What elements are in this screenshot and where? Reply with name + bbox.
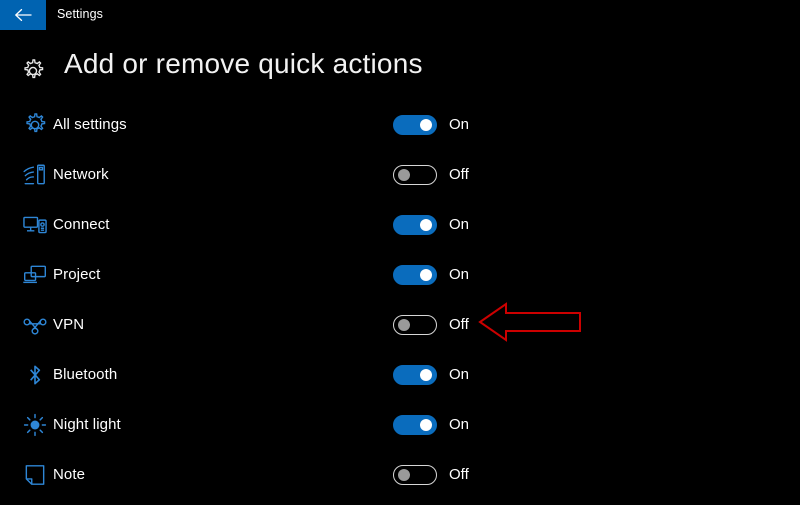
quick-action-label: Night light	[53, 416, 121, 433]
quick-action-label: Bluetooth	[53, 366, 118, 383]
quick-action-label: All settings	[53, 116, 127, 133]
note-icon	[22, 462, 48, 488]
vpn-icon	[22, 312, 48, 338]
quick-action-label: Network	[53, 166, 109, 183]
quick-action-label: Connect	[53, 216, 110, 233]
toggle-knob	[398, 169, 410, 181]
quick-action-row[interactable]: VPN Off	[0, 305, 800, 355]
quick-actions-list: All settings On Network Off Connect On P…	[0, 105, 800, 505]
bluetooth-icon	[22, 362, 48, 388]
toggle-knob	[420, 369, 432, 381]
quick-action-toggle[interactable]	[393, 115, 437, 135]
toggle-state-label: Off	[449, 316, 469, 333]
quick-action-toggle[interactable]	[393, 165, 437, 185]
quick-action-toggle[interactable]	[393, 465, 437, 485]
page-header: Add or remove quick actions	[0, 48, 800, 94]
toggle-state-label: On	[449, 116, 470, 133]
toggle-state-label: Off	[449, 166, 469, 183]
toggle-knob	[420, 219, 432, 231]
gear-icon	[20, 58, 46, 84]
quick-action-label: Note	[53, 466, 86, 483]
project-icon	[22, 262, 48, 288]
toggle-knob	[398, 319, 410, 331]
quick-action-row[interactable]: Night light On	[0, 405, 800, 455]
quick-action-toggle[interactable]	[393, 315, 437, 335]
quick-action-row[interactable]: Network Off	[0, 155, 800, 205]
quick-action-row[interactable]: All settings On	[0, 105, 800, 155]
quick-action-row[interactable]: Connect On	[0, 205, 800, 255]
titlebar-label: Settings	[57, 7, 103, 21]
quick-action-row[interactable]: Project On	[0, 255, 800, 305]
toggle-state-label: On	[449, 266, 470, 283]
quick-action-label: Project	[53, 266, 101, 283]
wifi-icon	[22, 162, 48, 188]
quick-action-toggle[interactable]	[393, 365, 437, 385]
window-titlebar: Settings	[0, 0, 800, 30]
toggle-state-label: On	[449, 366, 470, 383]
gear-icon	[22, 112, 48, 138]
quick-action-toggle[interactable]	[393, 215, 437, 235]
quick-action-row[interactable]: Bluetooth On	[0, 355, 800, 405]
toggle-knob	[420, 269, 432, 281]
quick-action-label: VPN	[53, 316, 85, 333]
connect-icon	[22, 212, 48, 238]
page-title: Add or remove quick actions	[64, 48, 423, 79]
quick-action-toggle[interactable]	[393, 415, 437, 435]
toggle-state-label: Off	[449, 466, 469, 483]
arrow-left-icon	[14, 8, 32, 22]
quick-action-toggle[interactable]	[393, 265, 437, 285]
toggle-state-label: On	[449, 416, 470, 433]
toggle-state-label: On	[449, 216, 470, 233]
toggle-knob	[398, 469, 410, 481]
quick-action-row[interactable]: Note Off	[0, 455, 800, 505]
back-button[interactable]	[0, 0, 46, 30]
toggle-knob	[420, 119, 432, 131]
toggle-knob	[420, 419, 432, 431]
sun-icon	[22, 412, 48, 438]
